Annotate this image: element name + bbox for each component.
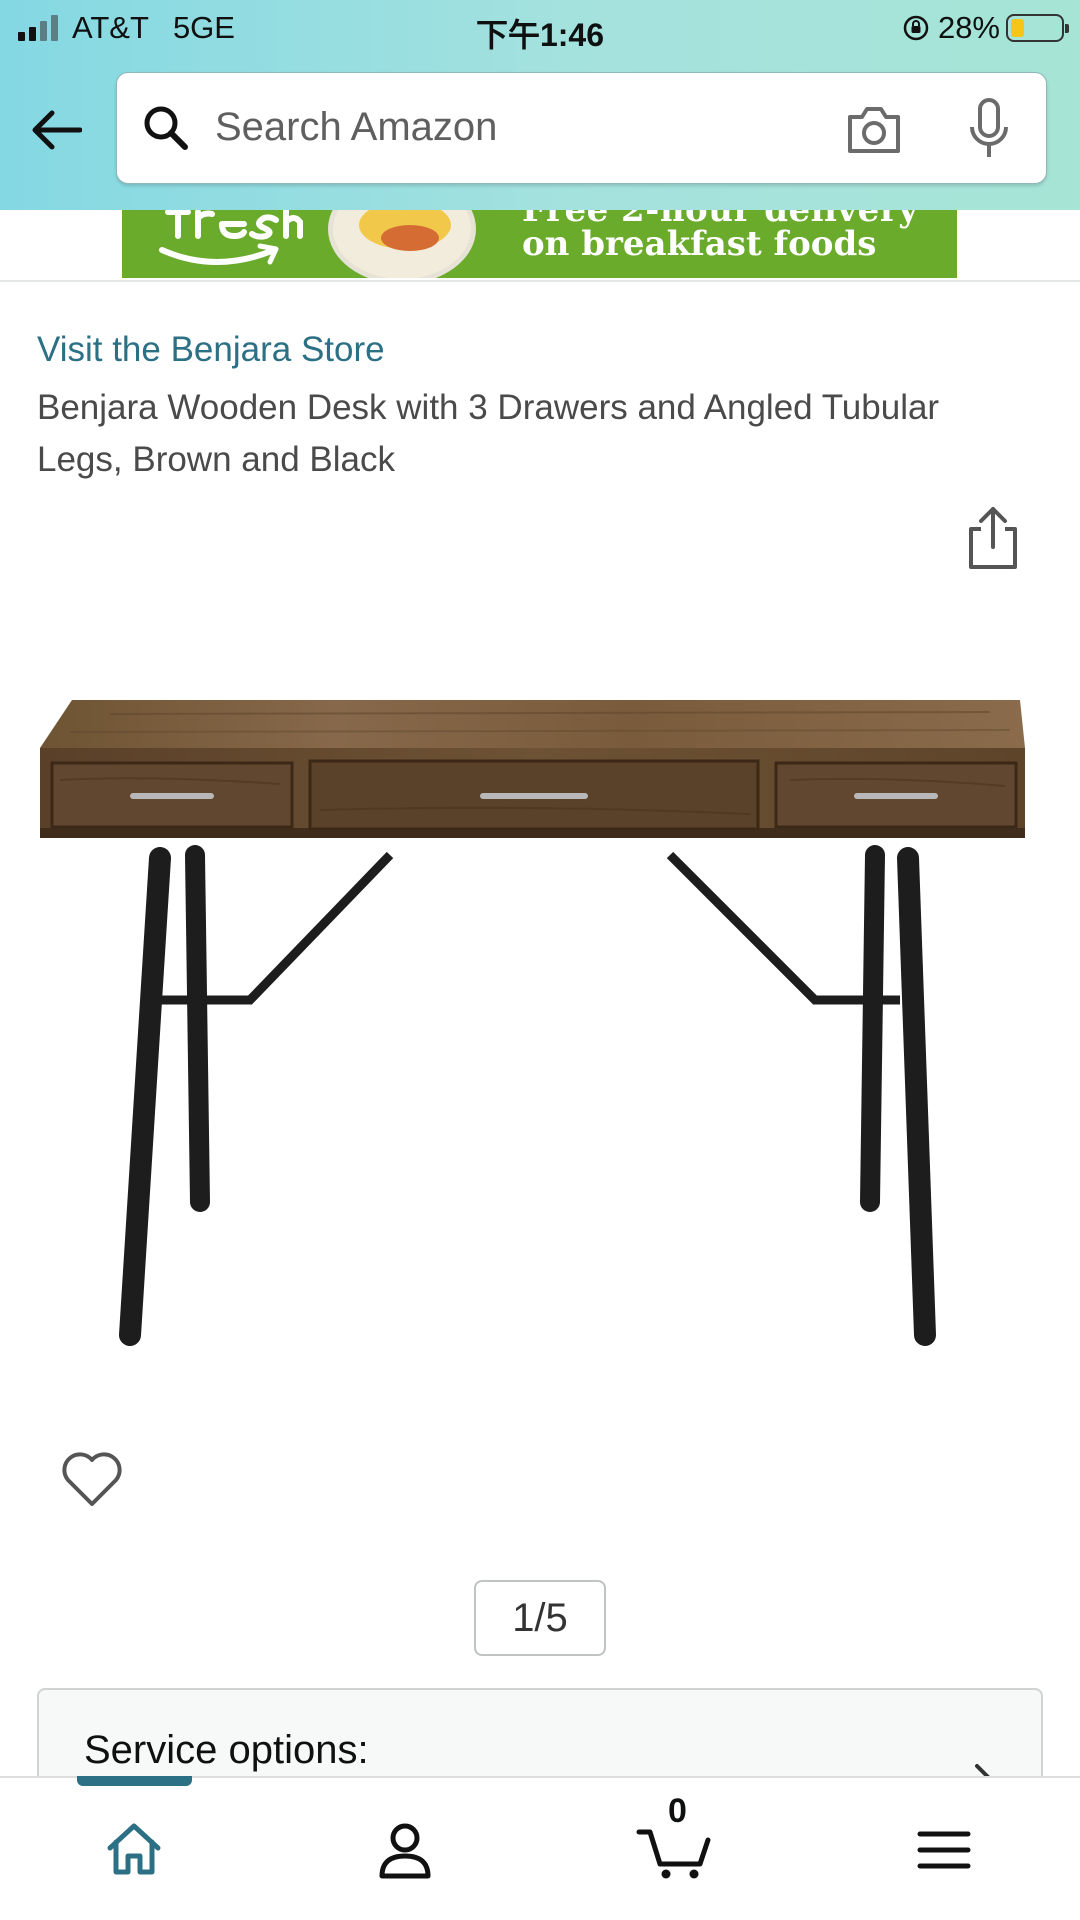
bottom-nav: 0: [0, 1776, 1080, 1920]
promo-banner[interactable]: Free 2-hour delivery on breakfast foods: [122, 210, 957, 278]
search-icon: [144, 106, 188, 150]
microphone-icon[interactable]: [967, 97, 1011, 161]
share-icon[interactable]: [965, 505, 1021, 571]
store-link[interactable]: Visit the Benjara Store: [37, 330, 385, 370]
camera-icon[interactable]: [844, 101, 904, 157]
search-input[interactable]: [215, 95, 855, 159]
service-options-label: Service options:: [84, 1728, 369, 1772]
active-tab-indicator: [77, 1776, 192, 1786]
menu-icon[interactable]: [916, 1818, 972, 1882]
home-icon[interactable]: [106, 1818, 162, 1882]
back-arrow-icon: [32, 110, 82, 150]
divider: [0, 280, 1080, 282]
account-icon[interactable]: [378, 1818, 432, 1882]
breakfast-plate-image: [328, 210, 476, 278]
back-button[interactable]: [26, 102, 86, 158]
banner-text: on breakfast foods: [522, 224, 877, 264]
battery-icon: [1006, 14, 1069, 42]
battery-percent: 28%: [937, 10, 1000, 45]
amazon-fresh-logo: [159, 210, 303, 265]
product-image[interactable]: [30, 680, 1030, 1360]
orientation-lock-icon: [903, 15, 929, 41]
status-bar: AT&T 5GE 下午1:46 28%: [0, 0, 1080, 55]
product-title: Benjara Wooden Desk with 3 Drawers and A…: [37, 388, 940, 479]
cart-count: 0: [668, 1792, 687, 1830]
heart-icon[interactable]: [60, 1448, 124, 1510]
search-bar[interactable]: [116, 72, 1047, 184]
status-right: 28%: [902, 10, 1069, 46]
image-counter: 1/5: [474, 1580, 606, 1656]
